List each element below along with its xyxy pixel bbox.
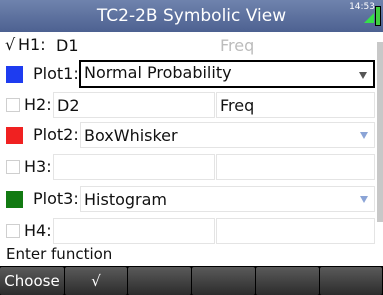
h4-data-field[interactable]	[53, 218, 215, 244]
plot1-type-value: Normal Probability	[84, 63, 232, 82]
h2-data-field[interactable]: D2	[53, 92, 215, 118]
row-h4[interactable]: H4:	[0, 218, 375, 244]
h4-label: H4:	[24, 221, 52, 240]
h3-checkbox[interactable]	[6, 160, 20, 174]
h2-checkbox[interactable]	[6, 98, 20, 112]
chevron-down-icon[interactable]	[360, 196, 368, 203]
plot1-type-select[interactable]: Normal Probability	[79, 60, 375, 88]
plot2-label: Plot2:	[33, 125, 79, 144]
menu-button-6[interactable]	[320, 267, 382, 295]
title-bar: TC2-2B Symbolic View 14:53	[0, 0, 383, 32]
row-h2[interactable]: H2: D2 Freq	[0, 92, 375, 118]
h3-freq-field[interactable]	[216, 154, 375, 180]
plot3-type-select[interactable]: Histogram	[80, 186, 375, 212]
menu-button-check[interactable]: √	[65, 267, 127, 295]
plot3-label: Plot3:	[33, 189, 79, 208]
row-plot2[interactable]: Plot2: BoxWhisker	[0, 122, 375, 148]
chevron-down-icon[interactable]	[359, 72, 367, 79]
plot1-label: Plot1:	[33, 64, 79, 83]
page-title: TC2-2B Symbolic View	[96, 6, 287, 26]
row-plot1[interactable]: Plot1: Normal Probability	[0, 60, 375, 88]
chevron-down-icon[interactable]	[360, 132, 368, 139]
h3-label: H3:	[24, 157, 52, 176]
h1-label: H1:	[18, 35, 46, 54]
plot2-color-swatch[interactable]	[6, 127, 23, 144]
plot3-type-value: Histogram	[84, 190, 167, 209]
h1-data-field[interactable]: D1	[52, 32, 215, 58]
battery-icon	[375, 6, 381, 26]
plot3-color-swatch[interactable]	[6, 191, 23, 208]
h1-freq-field[interactable]: Freq	[216, 32, 375, 58]
plot1-color-swatch[interactable]	[6, 66, 23, 83]
clock: 14:53	[349, 2, 375, 12]
menu-button-4[interactable]	[192, 267, 255, 295]
h4-checkbox[interactable]	[6, 224, 20, 238]
h2-label: H2:	[24, 95, 52, 114]
menu-button-choose[interactable]: Choose	[0, 267, 64, 295]
status-line: Enter function	[6, 245, 113, 263]
h2-freq-field[interactable]: Freq	[216, 92, 375, 118]
row-h1[interactable]: √ H1: D1 Freq	[0, 32, 375, 58]
menu-button-3[interactable]	[128, 267, 191, 295]
h4-freq-field[interactable]	[216, 218, 375, 244]
plot2-type-value: BoxWhisker	[84, 126, 178, 145]
soft-menu: Choose √	[0, 266, 383, 295]
row-h3[interactable]: H3:	[0, 154, 375, 180]
menu-button-5[interactable]	[256, 267, 319, 295]
h3-data-field[interactable]	[53, 154, 215, 180]
scrollbar[interactable]	[377, 42, 383, 222]
checkmark-icon[interactable]: √	[5, 33, 15, 57]
symbolic-list: √ H1: D1 Freq Plot1: Normal Probability …	[0, 32, 383, 245]
signal-icon	[364, 13, 374, 23]
row-plot3[interactable]: Plot3: Histogram	[0, 186, 375, 212]
plot2-type-select[interactable]: BoxWhisker	[80, 122, 375, 148]
